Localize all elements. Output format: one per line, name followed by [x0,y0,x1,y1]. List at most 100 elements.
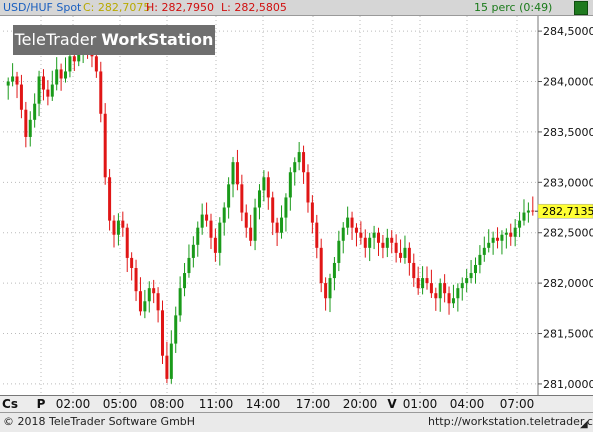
candle-body [438,283,442,299]
candle-body [59,69,63,79]
candle-body [451,298,455,304]
candle-body [487,242,491,248]
candle-body [41,76,45,90]
candle-body [465,278,469,284]
candle-body [394,242,398,253]
candle-body [116,220,120,235]
candle-body [147,288,151,302]
candle-body [496,237,500,241]
candle-body [191,244,195,258]
x-tick-label: V [387,397,397,411]
candle-body [293,162,297,173]
candle-body [337,240,341,263]
candle-body [341,227,345,241]
candle-body [377,232,381,243]
candle-body [531,210,535,212]
candle-body [315,222,319,248]
candle-body [478,254,482,265]
candle-body [332,262,336,279]
candle-body [350,217,354,228]
candle-body [328,278,332,299]
y-tick-label: 284,0000 [543,76,593,89]
candle-body [526,210,530,213]
candle-body [130,257,134,268]
candle-body [138,291,142,312]
x-tick-label: 02:00 [55,397,91,411]
candle-body [257,190,261,208]
candle-body [363,237,367,248]
candle-body [183,273,187,289]
candle-body [165,355,169,379]
candle-body [152,288,156,294]
y-tick-label: 283,5000 [543,126,593,139]
x-tick-label: 11:00 [198,397,234,411]
candle-body [509,232,513,237]
candle-body [156,293,160,311]
x-tick-label: 14:00 [245,397,281,411]
candle-body [249,227,253,241]
candle-body [205,214,209,221]
high-value: H: 282,7950 [146,1,214,14]
candle-body [319,247,323,284]
candle-body [196,227,200,245]
candle-body [271,197,275,223]
candle-body [262,177,266,191]
candle-body [94,56,98,72]
footer: © 2018 TeleTrader Software GmbH http://w… [0,412,593,432]
candle-body [55,69,59,85]
x-tick-label: 01:00 [402,397,438,411]
candle-body [19,84,23,110]
candle-body [28,119,32,137]
candle-body [72,56,76,62]
candle-body [125,227,129,258]
candle-body [178,288,182,316]
candle-body [169,343,173,379]
candle-body [359,232,363,238]
candle-body [434,293,438,299]
candle-body [469,273,473,279]
candle-body [482,247,486,255]
candle-body [346,217,350,228]
candle-body [407,247,411,263]
symbol-label[interactable]: USD/HUF Spot [3,0,81,15]
candle-body [275,222,279,233]
resize-grip-icon[interactable]: ◢ [580,416,588,434]
candle-body [187,257,191,274]
candle-body [64,71,68,79]
candle-body [244,212,248,228]
candle-body [513,227,517,237]
candle-body [231,162,235,185]
low-value: L: 282,5805 [221,1,287,14]
price-chart[interactable]: 284,5000 284,0000 283,5000 283,0000 282,5000… [0,16,593,396]
candle-body [284,197,288,218]
candle-body [412,262,416,279]
x-tick-label: 07:00 [499,397,535,411]
y-tick-label: 283,0000 [543,176,593,189]
y-tick-label: 281,0000 [543,378,593,391]
candle-body [473,264,477,274]
interval-label[interactable]: 15 perc (0:49) [474,0,552,15]
candle-body [429,283,433,294]
candle-body [504,232,508,235]
y-tick-label: 282,0000 [543,277,593,290]
candle-body [121,220,125,228]
candle-body [266,177,270,198]
close-value: C: 282,7075 [83,1,151,14]
chart-window: USD/HUF Spot C: 282,7075 H: 282,7950 L: … [0,0,593,432]
candle-body [403,247,407,258]
candle-body [108,177,112,221]
website-link[interactable]: http://workstation.teletrader.com [428,413,593,431]
candle-body [324,283,328,299]
candle-body [518,220,522,228]
candle-body [306,172,310,203]
candle-body [143,301,147,312]
candle-body [491,237,495,243]
candle-body [288,172,292,198]
candle-body [11,76,15,82]
x-tick-label: P [36,397,46,411]
candle-body [174,315,178,344]
x-tick-label: Cs [2,397,18,411]
candle-body [24,109,28,137]
candle-body [240,184,244,213]
candle-body [218,222,222,253]
